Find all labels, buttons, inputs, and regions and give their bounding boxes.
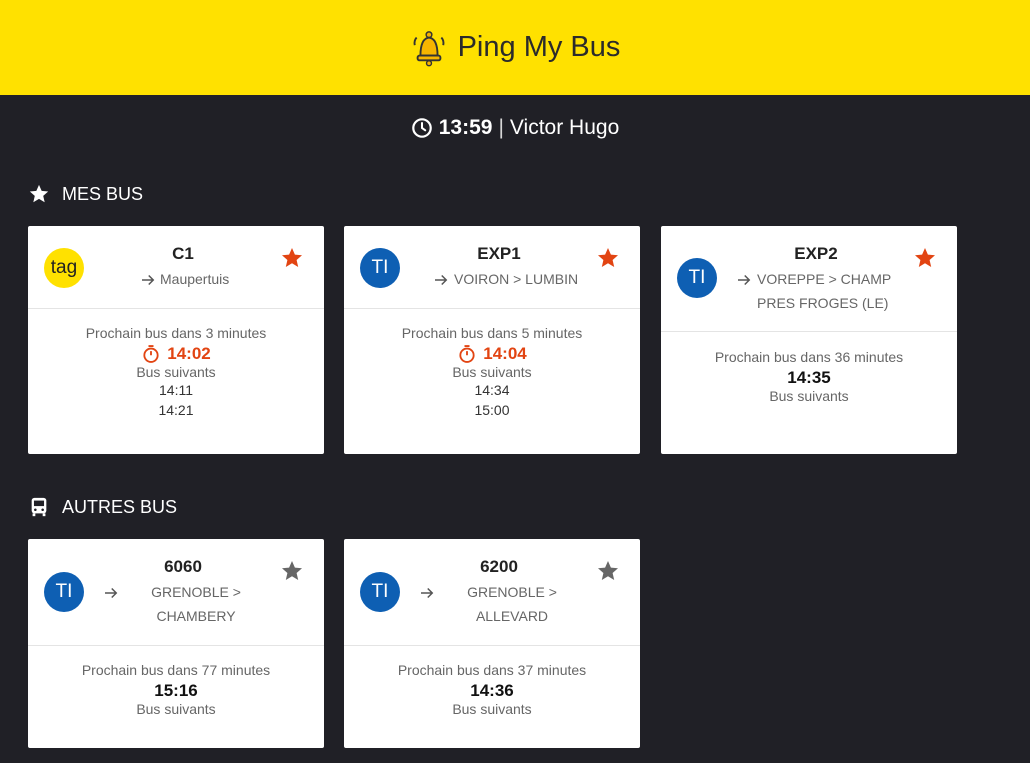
app-header: Ping My Bus xyxy=(0,0,1030,95)
next-bus-label: Prochain bus dans 77 minutes xyxy=(81,662,271,678)
bus-card-6200[interactable]: TI 6200 GRENOBLE > ALLEVARD Prochain bus… xyxy=(344,539,640,748)
destination: GRENOBLE > CHAMBERY xyxy=(151,584,241,624)
star-icon xyxy=(29,184,49,203)
favorite-star-icon[interactable] xyxy=(596,246,620,270)
favorite-star-icon[interactable] xyxy=(913,246,937,270)
network-logo-ti: TI xyxy=(44,572,84,612)
next-bus-time: 15:16 xyxy=(154,681,198,700)
following-label: Bus suivants xyxy=(136,701,216,717)
bus-icon xyxy=(31,497,47,517)
bus-card-exp1[interactable]: TI EXP1 VOIRON > LUMBIN Prochain bus dan… xyxy=(344,226,640,454)
destination: VOREPPE > CHAMP PRES FROGES (LE) xyxy=(757,271,892,311)
following-time: 14:21 xyxy=(158,402,194,418)
network-logo-ti: TI xyxy=(360,572,400,612)
arrow-right-icon xyxy=(738,274,751,286)
arrow-right-icon xyxy=(435,274,448,286)
following-label: Bus suivants xyxy=(452,701,532,717)
arrow-right-icon xyxy=(142,274,155,286)
destination: VOIRON > LUMBIN xyxy=(454,271,579,287)
destination: Maupertuis xyxy=(160,271,230,287)
bus-card-exp2[interactable]: TI EXP2 VOREPPE > CHAMP PRES FROGES (LE)… xyxy=(661,226,957,454)
following-label: Bus suivants xyxy=(769,388,849,404)
app-title: Ping My Bus xyxy=(457,31,621,63)
following-time: 15:00 xyxy=(474,402,510,418)
following-label: Bus suivants xyxy=(136,364,216,380)
line-number: EXP1 xyxy=(477,244,521,263)
line-number: EXP2 xyxy=(794,244,838,263)
favorite-star-icon[interactable] xyxy=(280,246,304,270)
arrow-right-icon xyxy=(105,587,118,599)
bell-icon xyxy=(413,30,445,66)
line-number: 6200 xyxy=(480,557,518,576)
bus-card-6060[interactable]: TI 6060 GRENOBLE > CHAMBERY Prochain bus… xyxy=(28,539,324,748)
favorite-star-icon[interactable] xyxy=(596,559,620,583)
line-number: C1 xyxy=(172,244,194,263)
next-bus-label: Prochain bus dans 3 minutes xyxy=(85,325,267,341)
following-label: Bus suivants xyxy=(452,364,532,380)
timer-icon xyxy=(143,345,159,363)
next-bus-time: 14:35 xyxy=(787,368,831,387)
stop-name: Victor Hugo xyxy=(509,116,620,139)
brand[interactable]: Ping My Bus xyxy=(410,29,621,67)
timer-icon xyxy=(459,345,475,363)
separator: | xyxy=(498,116,504,139)
next-bus-label: Prochain bus dans 37 minutes xyxy=(397,662,587,678)
clock-icon xyxy=(411,118,432,138)
following-time: 14:34 xyxy=(474,382,510,398)
network-logo-tag: tag xyxy=(44,248,84,288)
current-time-stop: 13:59 | Victor Hugo xyxy=(0,116,1030,140)
section-mes-bus: MES BUS xyxy=(28,183,143,205)
section-autres-bus: AUTRES BUS xyxy=(28,496,177,518)
following-time: 14:11 xyxy=(159,382,193,398)
current-time: 13:59 xyxy=(438,116,493,139)
next-bus-label: Prochain bus dans 36 minutes xyxy=(714,349,904,365)
section-title: AUTRES BUS xyxy=(62,496,178,517)
bus-card-c1[interactable]: tag C1 Maupertuis Prochain bus dans 3 mi… xyxy=(28,226,324,454)
network-logo-ti: TI xyxy=(360,248,400,288)
next-bus-time: 14:36 xyxy=(470,681,514,700)
section-title: MES BUS xyxy=(62,183,144,204)
next-bus-time: 14:04 xyxy=(344,344,640,364)
favorite-star-icon[interactable] xyxy=(280,559,304,583)
next-bus-label: Prochain bus dans 5 minutes xyxy=(401,325,583,341)
next-bus-time: 14:02 xyxy=(28,344,324,364)
network-logo-ti: TI xyxy=(677,258,717,298)
line-number: 6060 xyxy=(164,557,202,576)
destination: GRENOBLE > ALLEVARD xyxy=(467,584,557,624)
arrow-right-icon xyxy=(421,587,434,599)
